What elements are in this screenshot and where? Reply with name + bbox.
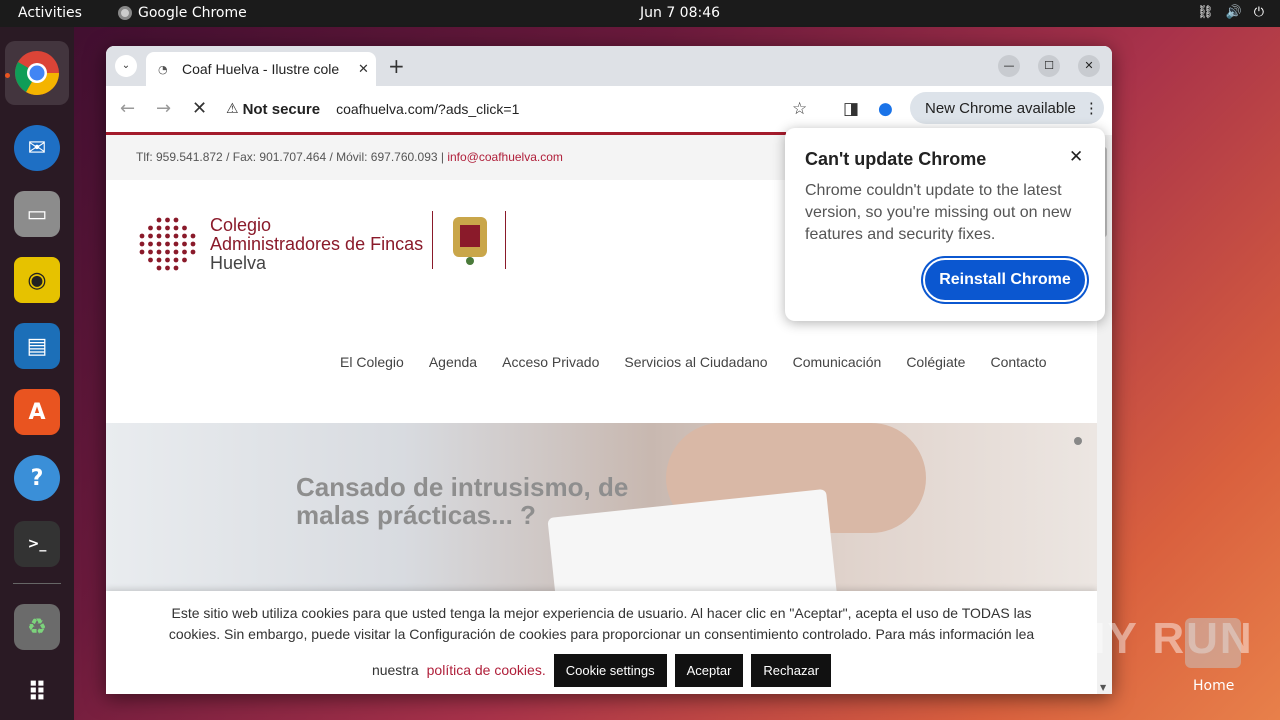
back-icon[interactable]: ←: [120, 98, 135, 119]
update-pill-label: New Chrome available: [925, 99, 1076, 117]
dock: ✉ ▭ ◉ ▤ A ? >_ ♻ ⠿: [0, 27, 74, 720]
cookie-text-2: cookies. Sin embargo, puede visitar la C…: [168, 626, 1035, 642]
logo-dots-icon: [139, 217, 196, 271]
nav-colegiate[interactable]: Colégiate: [906, 354, 965, 370]
reinstall-chrome-button[interactable]: Reinstall Chrome: [923, 258, 1087, 302]
forward-icon[interactable]: →: [156, 98, 171, 119]
home-folder-label[interactable]: Home: [1193, 678, 1234, 694]
app-menu[interactable]: Google Chrome: [118, 5, 247, 21]
logo-line-3: Huelva: [210, 253, 267, 273]
hero-headline-line-1: Cansado de intrusismo, de: [296, 472, 629, 502]
popup-title: Can't update Chrome: [805, 149, 987, 169]
side-panel-icon[interactable]: ◨: [843, 99, 859, 119]
running-indicator: [5, 73, 10, 78]
power-icon[interactable]: ⏻: [1254, 5, 1264, 20]
files-icon[interactable]: ▭: [14, 191, 60, 237]
cookie-banner: Este sitio web utiliza cookies para que …: [106, 591, 1097, 694]
dock-separator: [13, 583, 61, 584]
cookie-text-1: Este sitio web utiliza cookies para que …: [171, 605, 1032, 621]
tab-close-icon[interactable]: ✕: [358, 62, 369, 77]
writer-icon[interactable]: ▤: [14, 323, 60, 369]
accept-button[interactable]: Aceptar: [674, 654, 744, 687]
security-label[interactable]: Not secure: [243, 101, 321, 118]
tab-title: Coaf Huelva - Ilustre cole: [182, 61, 340, 77]
logo-line-1: Colegio: [210, 215, 272, 235]
new-tab-button[interactable]: +: [388, 54, 405, 78]
terminal-icon[interactable]: >_: [14, 521, 60, 567]
crest-icon: [432, 211, 506, 269]
chrome-small-icon: [118, 6, 132, 20]
home-folder-icon[interactable]: [1185, 618, 1241, 668]
nav-agenda[interactable]: Agenda: [429, 354, 477, 370]
tab-search-icon[interactable]: ⌄: [115, 55, 137, 77]
loading-favicon-icon: ◔: [158, 62, 168, 76]
logo-line-2: Administradores de Fincas: [210, 234, 424, 254]
minimize-button[interactable]: —: [998, 55, 1020, 77]
url-text[interactable]: coafhuelva.com/?ads_click=1: [336, 101, 519, 117]
top-bar: Activities Google Chrome Jun 7 08:46 ⛓ 🔊…: [0, 0, 1280, 27]
cookie-settings-button[interactable]: Cookie settings: [553, 654, 667, 687]
omnibox[interactable]: ⚠ Not secure coafhuelva.com/?ads_click=1: [226, 93, 826, 125]
show-apps-icon[interactable]: ⠿: [14, 670, 60, 716]
slider-dot[interactable]: [1074, 437, 1082, 445]
maximize-button[interactable]: ☐: [1038, 55, 1060, 77]
toolbar: ← → ✕ ⚠ Not secure coafhuelva.com/?ads_c…: [106, 86, 1112, 132]
tab-coaf[interactable]: ◔ Coaf Huelva - Ilustre cole ✕: [146, 52, 376, 86]
reject-button[interactable]: Rechazar: [751, 654, 832, 687]
rhythmbox-icon[interactable]: ◉: [14, 257, 60, 303]
activities-button[interactable]: Activities: [18, 5, 82, 21]
app-center-icon[interactable]: A: [14, 389, 60, 435]
cookie-policy-link[interactable]: política de cookies.: [427, 660, 546, 681]
clock[interactable]: Jun 7 08:46: [640, 5, 720, 21]
popup-close-icon[interactable]: ✕: [1069, 147, 1083, 167]
contact-line: Tlf: 959.541.872 / Fax: 901.707.464 / Mó…: [136, 150, 448, 164]
close-window-button[interactable]: ✕: [1078, 55, 1100, 77]
tab-strip: ⌄ ◔ Coaf Huelva - Ilustre cole ✕ + — ☐ ✕: [106, 46, 1112, 86]
thunderbird-icon[interactable]: ✉: [14, 125, 60, 171]
stop-icon[interactable]: ✕: [192, 98, 207, 119]
cookie-text-3: nuestra: [371, 662, 419, 678]
chrome-icon[interactable]: [5, 41, 69, 105]
nav-acceso-privado[interactable]: Acceso Privado: [502, 354, 599, 370]
app-name: Google Chrome: [138, 5, 247, 21]
new-chrome-available-button[interactable]: New Chrome available ⋮: [910, 92, 1104, 124]
bookmark-star-icon[interactable]: ☆: [792, 99, 807, 119]
scroll-down-icon[interactable]: ▼: [1100, 683, 1106, 692]
update-error-popup: Can't update Chrome ✕ Chrome couldn't up…: [785, 128, 1105, 321]
warning-icon: ⚠: [226, 101, 239, 117]
hero-headline-line-2: malas prácticas... ?: [296, 500, 536, 530]
profile-icon[interactable]: ●: [878, 99, 893, 119]
nav-el-colegio[interactable]: El Colegio: [340, 354, 404, 370]
trash-icon[interactable]: ♻: [14, 604, 60, 650]
popup-body: Chrome couldn't update to the latest ver…: [805, 182, 1072, 243]
main-nav: El Colegio Agenda Acceso Privado Servici…: [340, 354, 1047, 370]
help-icon[interactable]: ?: [14, 455, 60, 501]
volume-icon[interactable]: 🔊: [1226, 5, 1242, 20]
system-tray[interactable]: ⛓ 🔊 ⏻: [1197, 5, 1264, 20]
hero-headline: Cansado de intrusismo, de malas práctica…: [296, 473, 628, 529]
nav-comunicacion[interactable]: Comunicación: [793, 354, 882, 370]
cookie-actions: nuestra política de cookies. Cookie sett…: [106, 654, 1097, 687]
network-icon[interactable]: ⛓: [1197, 5, 1214, 20]
kebab-menu-icon[interactable]: ⋮: [1084, 99, 1099, 117]
email-link[interactable]: info@coafhuelva.com: [447, 150, 563, 164]
nav-contacto[interactable]: Contacto: [990, 354, 1046, 370]
nav-servicios[interactable]: Servicios al Ciudadano: [624, 354, 767, 370]
